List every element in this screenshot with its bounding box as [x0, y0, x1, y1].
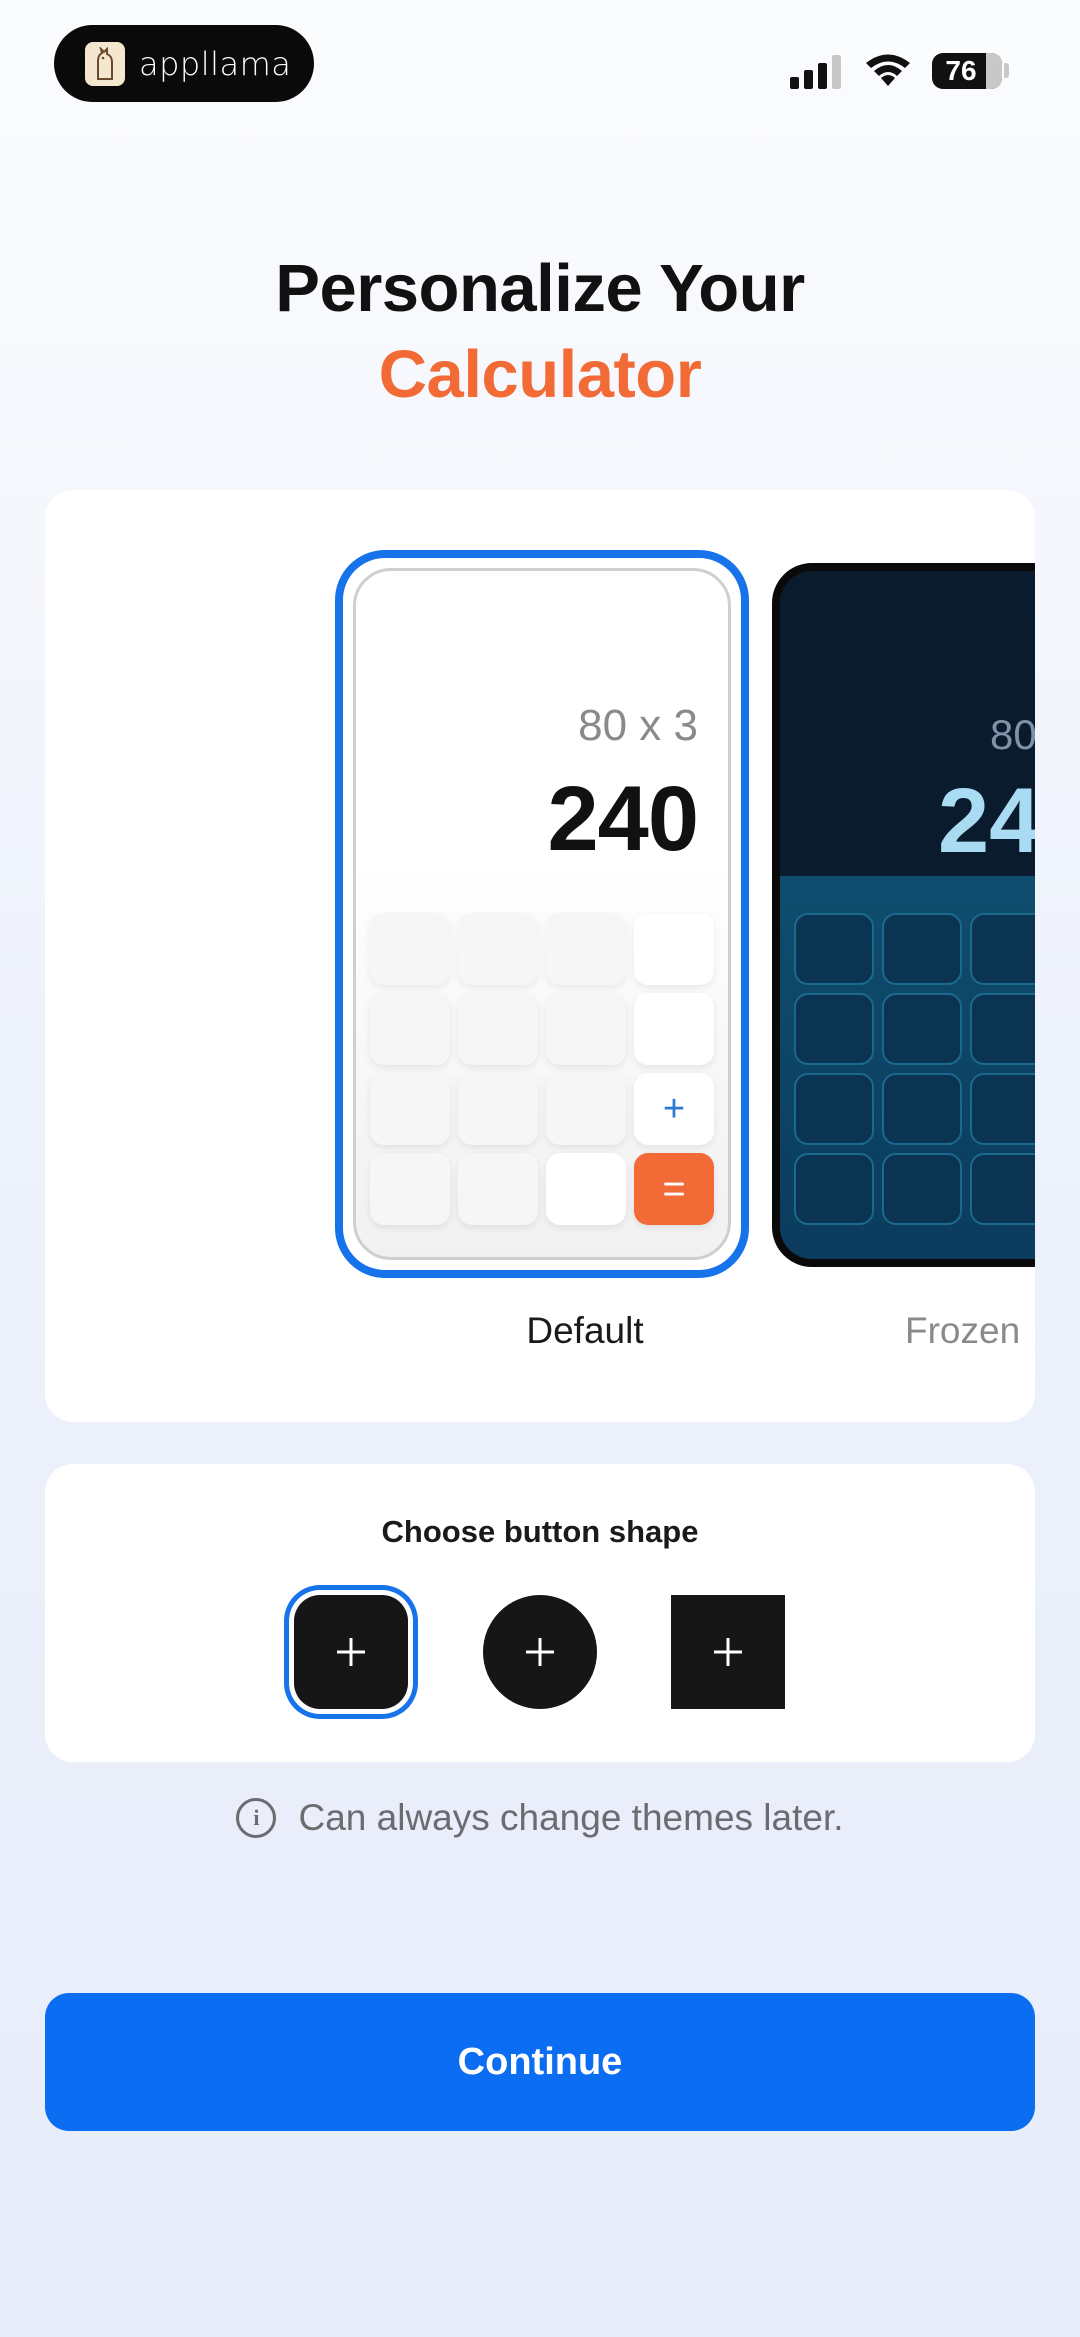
preview-key [370, 993, 450, 1065]
preview-key [882, 1073, 962, 1145]
shape-picker-title: Choose button shape [381, 1514, 699, 1549]
preview-key [970, 913, 1035, 985]
preview-key [546, 1153, 626, 1225]
info-icon: i [236, 1798, 277, 1838]
preview-key [882, 993, 962, 1065]
preview-key [882, 913, 962, 985]
preview-equals-key: = [634, 1153, 714, 1225]
theme-option-frozen[interactable]: 80 24 [772, 563, 1035, 1267]
preview-result: 240 [547, 768, 699, 870]
preview-key [546, 993, 626, 1065]
preview-key [794, 993, 874, 1065]
preview-key [970, 1153, 1035, 1225]
app-badge-pill[interactable]: appllama [54, 25, 314, 102]
preview-key [794, 1153, 874, 1225]
theme-label-default[interactable]: Default [435, 1310, 735, 1352]
battery-icon: 76 [932, 53, 1002, 89]
preview-key [794, 913, 874, 985]
preview-keypad: + = [370, 913, 714, 1225]
preview-key [794, 1073, 874, 1145]
title-line-2: Calculator [378, 337, 702, 412]
preview-key [458, 1153, 538, 1225]
battery-level: 76 [945, 55, 977, 86]
plus-icon [526, 1638, 554, 1666]
page-title: Personalize Your Calculator [0, 246, 1080, 418]
preview-key [970, 993, 1035, 1065]
continue-button[interactable]: Continue [45, 1993, 1035, 2131]
theme-label-frozen[interactable]: Frozen [905, 1310, 1020, 1352]
preview-plus-key: + [634, 1073, 714, 1145]
preview-key [458, 913, 538, 985]
theme-preview-default: 80 x 3 240 + = [353, 568, 731, 1260]
preview-key [634, 913, 714, 985]
preview-key [458, 1073, 538, 1145]
plus-icon [714, 1638, 742, 1666]
note-text: Can always change themes later. [298, 1797, 844, 1838]
frozen-preview-expression: 80 [990, 711, 1035, 758]
preview-key [634, 993, 714, 1065]
wifi-icon [866, 54, 910, 86]
llama-logo-icon [85, 41, 125, 86]
app-badge-label: appllama [139, 44, 292, 83]
preview-key [970, 1073, 1035, 1145]
plus-icon [337, 1638, 365, 1666]
frozen-keypad [794, 913, 1035, 1225]
preview-key [546, 1073, 626, 1145]
theme-change-note: i Can always change themes later. [0, 1797, 1080, 1839]
signal-icon [790, 55, 841, 89]
preview-expression: 80 x 3 [578, 701, 698, 750]
title-line-1: Personalize Your [275, 251, 805, 326]
shape-option-circle[interactable] [483, 1595, 597, 1709]
shape-option-square[interactable] [671, 1595, 785, 1709]
preview-key [458, 993, 538, 1065]
theme-carousel[interactable]: 80 x 3 240 + = 80 24 Default Frozen [45, 490, 1035, 1422]
theme-option-default[interactable]: 80 x 3 240 + = [335, 550, 749, 1278]
preview-key [370, 913, 450, 985]
battery-nub [1004, 63, 1009, 78]
preview-key [546, 913, 626, 985]
preview-key [882, 1153, 962, 1225]
frozen-preview-result: 24 [938, 770, 1035, 872]
preview-key [370, 1073, 450, 1145]
button-shape-card: Choose button shape [45, 1464, 1035, 1762]
shape-option-rounded[interactable] [294, 1595, 408, 1709]
preview-key [370, 1153, 450, 1225]
